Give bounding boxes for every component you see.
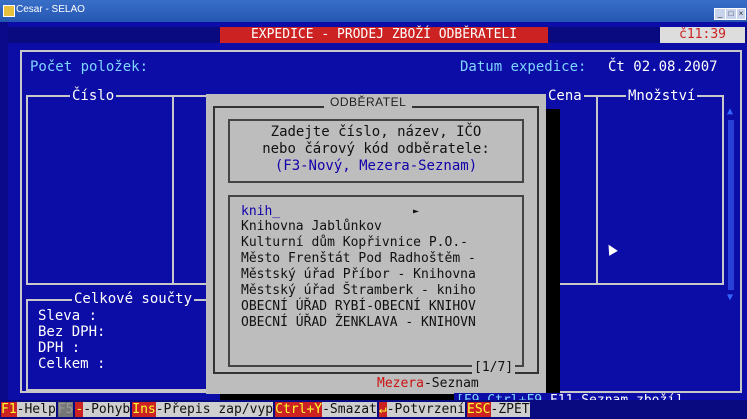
column-divider (596, 95, 598, 285)
mezera-hint[interactable]: Mezera-Seznam (375, 376, 481, 391)
scroll-up-icon[interactable]: ▲ (727, 106, 733, 117)
scroll-track[interactable] (728, 120, 734, 290)
list-item[interactable]: Městský úřad Příbor - Knihovna (241, 267, 476, 282)
list-item[interactable]: OBECNÍ ÚŘAD RYBÍ-OBECNÍ KNIHOV (241, 299, 476, 314)
list-item[interactable]: Město Frenštát Pod Radhoštěm - (241, 251, 476, 266)
function-bar: F1-Help F5 --Pohyb Ins-Přepis zap/vyp Ct… (0, 400, 747, 419)
dos-screen: EXPEDICE - PRODEJ ZBOŽÍ ODBĚRATELI č11:3… (8, 22, 747, 419)
search-input[interactable]: knih_ (241, 204, 280, 219)
scrollbar[interactable]: ▲ ▼ (726, 106, 736, 306)
list-item[interactable]: Městský úřad Štramberk - kniho (241, 283, 476, 298)
totals-celkem: Celkem : (38, 356, 106, 372)
expedition-date-value: Čt 02.08.2007 (608, 59, 718, 75)
fkey-smazat[interactable]: Ctrl+Y-Smazat (274, 400, 378, 419)
expedition-date-label: Datum expedice: (460, 59, 587, 75)
fkey-potvrzeni[interactable]: ↵-Potvrzení (378, 400, 466, 419)
fkey-f5[interactable]: F5 (57, 400, 75, 419)
window-title: Cesar - SELAO (16, 4, 85, 15)
prompt-line-1: Zadejte číslo, název, IČO (270, 124, 482, 140)
totals-title: Celkové součty (72, 291, 195, 307)
close-icon[interactable]: × (736, 8, 746, 20)
mode-title: EXPEDICE - PRODEJ ZBOŽÍ ODBĚRATELI (220, 27, 548, 43)
list-item[interactable]: OBECNÍ ÚŘAD ŽENKLAVA - KNIHOVN (241, 315, 476, 330)
dialog-title: ODBĚRATEL (324, 95, 413, 109)
column-divider (172, 95, 174, 285)
scroll-down-icon[interactable]: ▼ (727, 292, 733, 303)
mezera-desc: -Seznam (423, 376, 479, 391)
column-mnozstvi: Množství (626, 88, 698, 104)
clock: č11:39 (660, 27, 745, 43)
app-icon (3, 5, 15, 17)
totals-bez-dph: Bez DPH: (38, 324, 106, 340)
list-item[interactable]: Knihovna Jablůnkov (241, 219, 382, 234)
fkey-pohyb[interactable]: --Pohyb (74, 400, 131, 419)
totals-dph: DPH : (38, 340, 81, 356)
dropdown-arrow-icon: ► (413, 206, 420, 217)
totals-sleva: Sleva : (38, 308, 98, 324)
column-cena: Cena (546, 88, 584, 104)
pager: [1/7] (472, 360, 516, 375)
prompt-line-3: (F3-Nový, Mezera-Seznam) (274, 158, 478, 174)
column-cislo: Číslo (70, 88, 117, 104)
mezera-key: Mezera (377, 376, 424, 391)
prompt-line-2: nebo čárový kód odběratele: (262, 141, 490, 157)
list-item[interactable]: Kulturní dům Kopřivnice P.O.- (241, 235, 468, 250)
fkey-zpet[interactable]: ESC-ZPĚT (466, 400, 531, 419)
item-count-label: Počet položek: (30, 59, 149, 75)
fkey-help[interactable]: F1-Help (0, 400, 57, 419)
fkey-prepis[interactable]: Ins-Přepis zap/vyp (131, 400, 274, 419)
window-titlebar: Cesar - SELAO _ □ × (0, 0, 747, 22)
